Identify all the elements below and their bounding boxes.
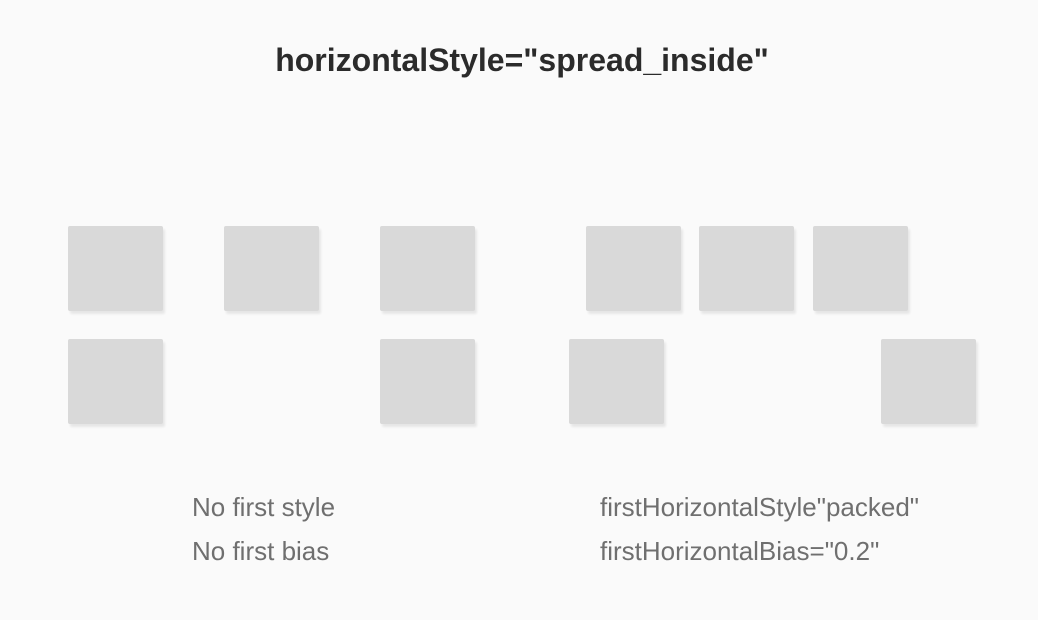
left-row1-box-1 — [68, 226, 163, 311]
right-row1-box-3 — [813, 226, 908, 311]
left-caption-line-2: No first bias — [192, 536, 330, 566]
page-title: horizontalStyle="spread_inside" — [275, 42, 769, 78]
right-row2-box-1 — [569, 339, 664, 424]
left-caption-line-1: No first style — [192, 492, 336, 522]
right-row2-box-2 — [881, 339, 976, 424]
left-caption: No first style No first bias — [192, 485, 335, 573]
right-caption: firstHorizontalStyle"packed" firstHorizo… — [600, 485, 919, 573]
left-row2-box-2 — [380, 339, 475, 424]
right-row1-box-2 — [699, 226, 794, 311]
left-row2-box-1 — [68, 339, 163, 424]
left-row1-box-3 — [380, 226, 475, 311]
right-caption-line-1: firstHorizontalStyle"packed" — [600, 492, 920, 522]
left-row1-box-2 — [224, 226, 319, 311]
right-caption-line-2: firstHorizontalBias="0.2" — [600, 536, 880, 566]
right-row1-box-1 — [586, 226, 681, 311]
